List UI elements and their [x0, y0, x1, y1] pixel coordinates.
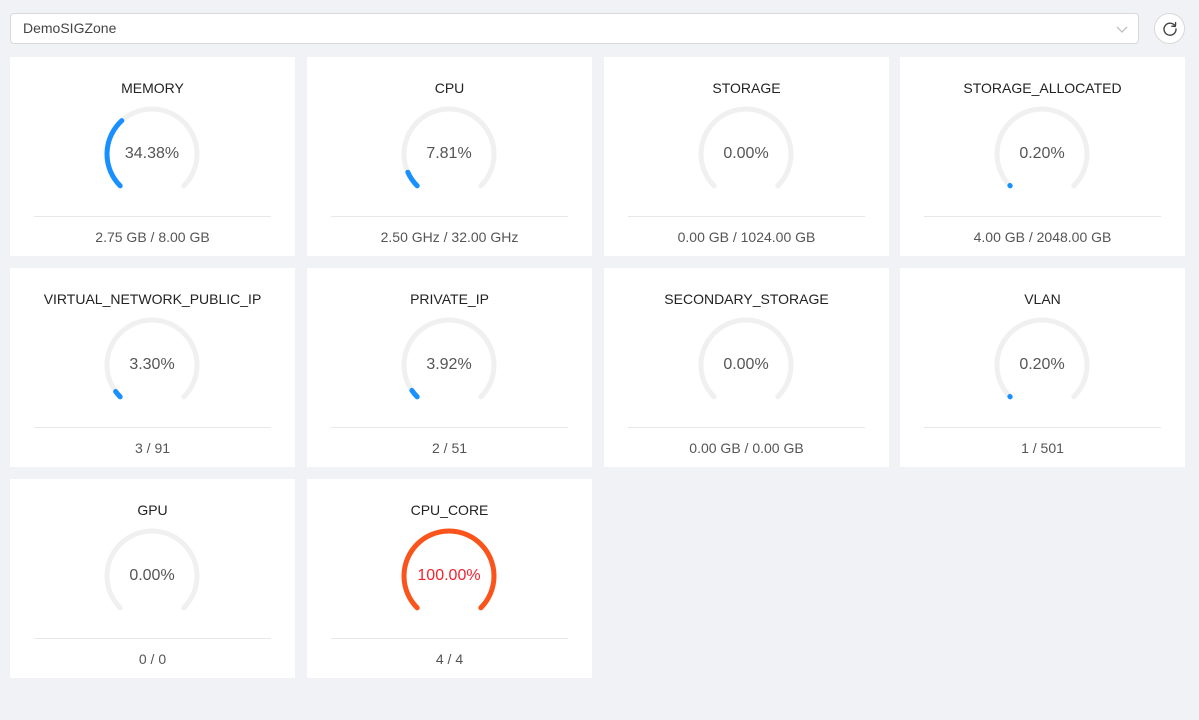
- card-usage-text: 4 / 4: [435, 651, 464, 667]
- gauge-percent-label: 0.20%: [1019, 356, 1065, 373]
- refresh-icon: [1163, 21, 1177, 36]
- card-divider: [331, 427, 568, 428]
- card-usage-text: 0.00 GB / 0.00 GB: [689, 440, 804, 456]
- card-divider: [34, 427, 271, 428]
- gauge-percent-label: 34.38%: [124, 145, 180, 162]
- usage-gauge: 0.00%: [696, 104, 796, 204]
- zone-select-value: DemoSIGZone: [23, 20, 117, 36]
- card-divider: [924, 427, 1161, 428]
- card-usage-text: 0 / 0: [138, 651, 167, 667]
- card-divider: [628, 216, 865, 217]
- card-divider: [924, 216, 1161, 217]
- resource-card-memory: MEMORY 34.38% 2.75 GB / 8.00 GB: [10, 57, 295, 256]
- resource-card-secondary-storage: SECONDARY_STORAGE 0.00% 0.00 GB / 0.00 GB: [604, 268, 889, 467]
- resource-card-private-ip: PRIVATE_IP 3.92% 2 / 51: [307, 268, 592, 467]
- usage-gauge: 0.00%: [102, 526, 202, 626]
- gauge-percent-label: 3.92%: [426, 356, 472, 373]
- gauge-progress: [113, 389, 123, 400]
- gauge-percent-label: 0.00%: [723, 145, 769, 162]
- card-divider: [628, 427, 865, 428]
- resource-card-gpu: GPU 0.00% 0 / 0: [10, 479, 295, 678]
- zone-toolbar: DemoSIGZone: [10, 13, 1186, 44]
- usage-gauge: 0.00%: [696, 315, 796, 415]
- card-title: SECONDARY_STORAGE: [664, 291, 829, 307]
- card-usage-text: 1 / 501: [1021, 440, 1064, 456]
- card-title: VIRTUAL_NETWORK_PUBLIC_IP: [43, 291, 262, 307]
- card-usage-text: 0.00 GB / 1024.00 GB: [677, 229, 816, 245]
- card-title: STORAGE: [712, 80, 781, 96]
- card-title: CPU: [434, 80, 465, 96]
- card-usage-text: 4.00 GB / 2048.00 GB: [973, 229, 1112, 245]
- card-title: VLAN: [1024, 291, 1061, 307]
- usage-gauge: 34.38%: [102, 104, 202, 204]
- resource-card-vlan: VLAN 0.20% 1 / 501: [900, 268, 1185, 467]
- card-divider: [331, 638, 568, 639]
- card-usage-text: 2 / 51: [431, 440, 468, 456]
- card-title: STORAGE_ALLOCATED: [963, 80, 1122, 96]
- resource-card-cpu: CPU 7.81% 2.50 GHz / 32.00 GHz: [307, 57, 592, 256]
- gauge-progress: [405, 169, 420, 189]
- card-title: MEMORY: [121, 80, 184, 96]
- usage-gauge: 0.20%: [992, 315, 1092, 415]
- usage-gauge: 3.92%: [399, 315, 499, 415]
- gauge-percent-label: 0.20%: [1019, 145, 1065, 162]
- resource-card-storage-allocated: STORAGE_ALLOCATED 0.20% 4.00 GB / 2048.00 …: [900, 57, 1185, 256]
- gauge-progress: [409, 387, 420, 400]
- card-divider: [331, 216, 568, 217]
- card-usage-text: 2.75 GB / 8.00 GB: [95, 229, 210, 245]
- resource-card-virtual-network-public-ip: VIRTUAL_NETWORK_PUBLIC_IP 3.30% 3 / 91: [10, 268, 295, 467]
- card-usage-text: 3 / 91: [134, 440, 171, 456]
- gauge-percent-label: 100.00%: [417, 567, 481, 584]
- card-title: GPU: [137, 502, 168, 518]
- gauge-percent-label: 7.81%: [426, 145, 472, 162]
- resource-card-storage: STORAGE 0.00% 0.00 GB / 1024.00 GB: [604, 57, 889, 256]
- card-divider: [34, 216, 271, 217]
- zone-select[interactable]: DemoSIGZone: [10, 13, 1139, 44]
- refresh-button[interactable]: [1154, 13, 1185, 44]
- card-title: CPU_CORE: [410, 502, 489, 518]
- card-title: PRIVATE_IP: [410, 291, 489, 307]
- resource-card-cpu-core: CPU_CORE 100.00% 4 / 4: [307, 479, 592, 678]
- card-usage-text: 2.50 GHz / 32.00 GHz: [380, 229, 519, 245]
- gauge-percent-label: 0.00%: [129, 567, 175, 584]
- usage-gauge: 3.30%: [102, 315, 202, 415]
- gauge-percent-label: 0.00%: [723, 356, 769, 373]
- usage-gauge: 7.81%: [399, 104, 499, 204]
- card-divider: [34, 638, 271, 639]
- chevron-down-icon: [1116, 26, 1128, 33]
- gauge-percent-label: 3.30%: [129, 356, 175, 373]
- usage-gauge: 0.20%: [992, 104, 1092, 204]
- usage-gauge: 100.00%: [399, 526, 499, 626]
